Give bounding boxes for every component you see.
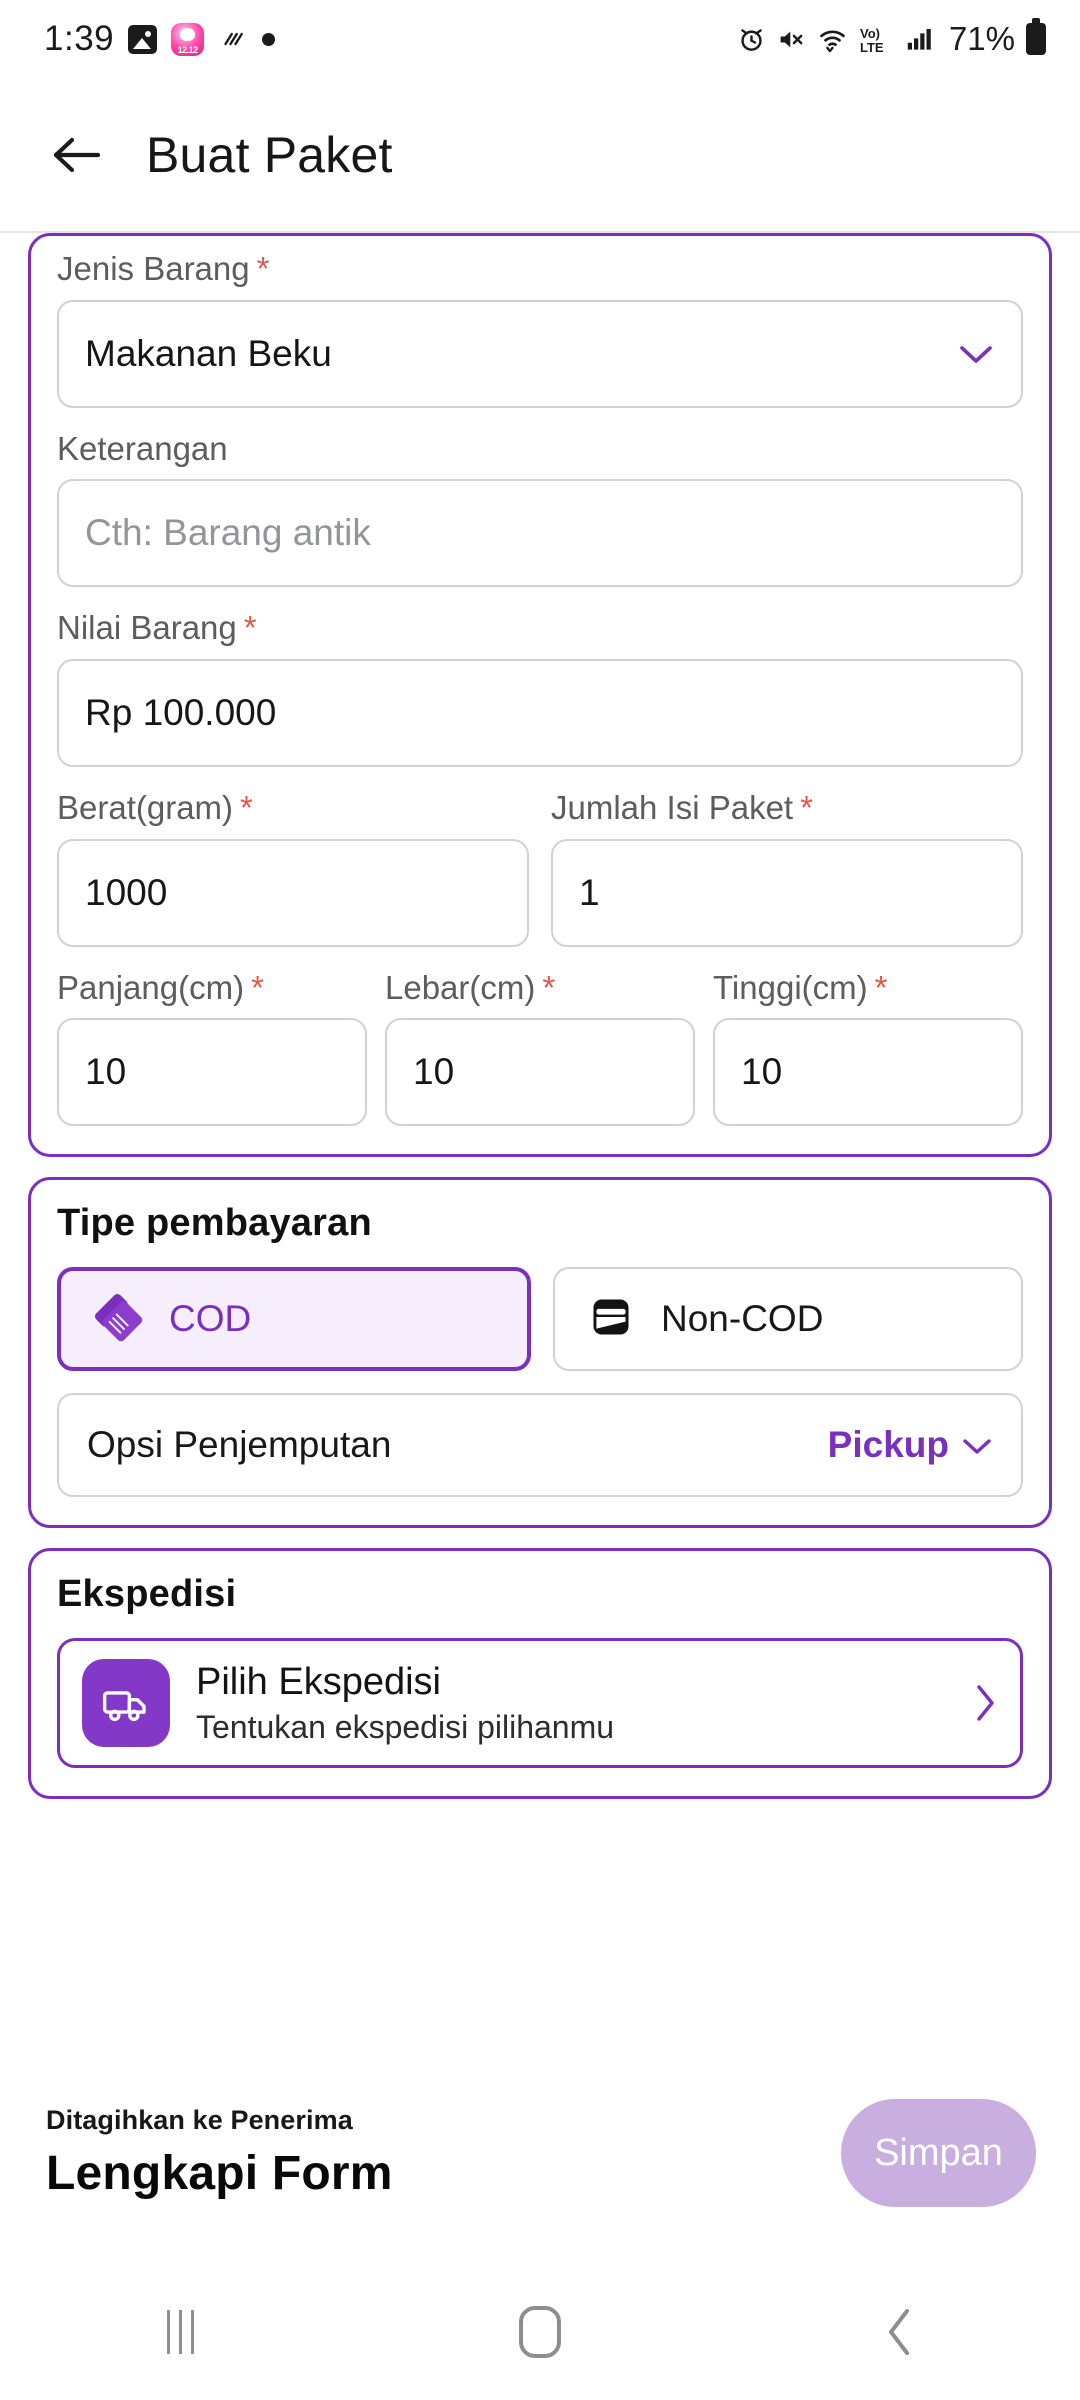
ekspedisi-texts: Pilih Ekspedisi Tentukan ekspedisi pilih… — [196, 1660, 946, 1747]
ekspedisi-card: Ekspedisi Pilih Ekspedisi Tentukan ekspe… — [28, 1548, 1052, 1800]
field-jumlah-isi: Jumlah Isi Paket * 1 — [551, 788, 1023, 947]
battery-percent: 71% — [948, 20, 1015, 57]
recents-icon[interactable] — [110, 2287, 250, 2377]
back-arrow-icon[interactable] — [46, 124, 108, 186]
payment-option-cod-label: COD — [169, 1298, 252, 1340]
form-status-text: Lengkapi Form — [46, 2147, 393, 2200]
status-bar: 1:39 12.12 Vo) LTE 71% — [0, 0, 1080, 78]
bottom-bar-info: Ditagihkan ke Penerima Lengkapi Form — [46, 2105, 393, 2201]
handshake-icon — [89, 1288, 147, 1351]
alarm-icon — [737, 25, 766, 54]
required-marker: * — [251, 968, 264, 1006]
required-marker: * — [800, 788, 813, 826]
lebar-input[interactable]: 10 — [385, 1018, 695, 1127]
signal-icon — [904, 24, 934, 54]
pilih-ekspedisi-row[interactable]: Pilih Ekspedisi Tentukan ekspedisi pilih… — [57, 1638, 1023, 1769]
home-icon[interactable] — [470, 2287, 610, 2377]
field-panjang: Panjang(cm) * 10 — [57, 968, 367, 1127]
photos-icon — [128, 24, 158, 54]
ekspedisi-section-title: Ekspedisi — [57, 1573, 237, 1616]
pickup-option-value[interactable]: Pickup — [828, 1424, 993, 1466]
label-jenis-barang: Jenis Barang * — [57, 250, 1023, 287]
snow-icon — [218, 24, 248, 54]
billed-to-label: Ditagihkan ke Penerima — [46, 2105, 353, 2135]
form-scroll-area[interactable]: Jenis Barang * Makanan Beku Keterangan C… — [0, 233, 1080, 2043]
required-marker: * — [256, 250, 270, 287]
wallet-icon — [583, 1289, 639, 1350]
label-nilai-barang: Nilai Barang * — [57, 611, 1023, 646]
nilai-barang-input[interactable]: Rp 100.000 — [57, 658, 1023, 767]
panjang-input[interactable]: 10 — [57, 1018, 367, 1127]
field-berat: Berat(gram) * 1000 — [57, 788, 529, 947]
mute-icon — [777, 25, 806, 54]
truck-icon — [82, 1659, 170, 1748]
label-berat: Berat(gram) * — [57, 788, 529, 826]
label-tinggi: Tinggi(cm) * — [713, 968, 1023, 1006]
dimensions-row: Panjang(cm) * 10 Lebar(cm) * 10 Tinggi(c… — [57, 968, 1023, 1127]
field-lebar: Lebar(cm) * 10 — [385, 968, 695, 1127]
berat-input[interactable]: 1000 — [57, 838, 529, 947]
volte-icon: Vo) LTE — [859, 24, 893, 55]
payment-type-card: Tipe pembayaran COD Non-COD Opsi Penjemp… — [28, 1177, 1052, 1529]
save-button[interactable]: Simpan — [841, 2099, 1036, 2207]
chevron-right-icon — [972, 1681, 998, 1725]
item-details-card: Jenis Barang * Makanan Beku Keterangan C… — [28, 233, 1052, 1158]
label-jumlah-isi: Jumlah Isi Paket * — [551, 788, 1023, 826]
pickup-option-row[interactable]: Opsi Penjemputan Pickup — [57, 1393, 1023, 1498]
wifi-icon — [817, 24, 848, 55]
shopee-promo-icon — [171, 22, 205, 56]
jumlah-isi-input[interactable]: 1 — [551, 838, 1023, 947]
label-text: Jumlah Isi Paket — [551, 788, 794, 826]
chevron-down-icon — [957, 342, 995, 366]
android-nav-bar — [0, 2263, 1080, 2400]
status-bar-right: Vo) LTE 71% — [737, 18, 1046, 58]
status-time: 1:39 — [44, 19, 115, 58]
payment-option-noncod-label: Non-COD — [661, 1298, 824, 1340]
pickup-value-text: Pickup — [827, 1424, 949, 1466]
label-text: Berat(gram) — [57, 788, 234, 826]
svg-text:LTE: LTE — [860, 40, 884, 55]
label-panjang: Panjang(cm) * — [57, 968, 367, 1006]
battery-icon — [1026, 18, 1046, 55]
weight-quantity-row: Berat(gram) * 1000 Jumlah Isi Paket * 1 — [57, 788, 1023, 947]
page-title: Buat Paket — [146, 127, 393, 183]
label-text: Nilai Barang — [57, 609, 237, 647]
payment-option-cod[interactable]: COD — [57, 1267, 531, 1372]
field-tinggi: Tinggi(cm) * 10 — [713, 968, 1023, 1127]
svg-text:Vo): Vo) — [860, 26, 880, 41]
label-lebar: Lebar(cm) * — [385, 968, 695, 1006]
payment-option-noncod[interactable]: Non-COD — [553, 1267, 1023, 1372]
app-screen: 1:39 12.12 Vo) LTE 71% Buat Paket Jenis … — [0, 0, 1080, 2400]
ekspedisi-row-subtitle: Tentukan ekspedisi pilihanmu — [196, 1708, 615, 1745]
status-bar-left: 1:39 — [44, 19, 276, 59]
field-nilai-barang: Nilai Barang * Rp 100.000 — [57, 611, 1023, 767]
required-marker: * — [874, 968, 888, 1006]
ekspedisi-row-title: Pilih Ekspedisi — [196, 1660, 441, 1703]
payment-options: COD Non-COD — [57, 1267, 1023, 1372]
bottom-action-bar: Ditagihkan ke Penerima Lengkapi Form Sim… — [0, 2043, 1080, 2263]
field-jenis-barang: Jenis Barang * Makanan Beku — [57, 250, 1023, 408]
back-icon[interactable] — [830, 2287, 970, 2377]
field-keterangan: Keterangan Cth: Barang antik — [57, 429, 1023, 588]
jenis-barang-select[interactable]: Makanan Beku — [57, 299, 1023, 408]
label-keterangan: Keterangan — [57, 429, 1023, 467]
pickup-option-label: Opsi Penjemputan — [87, 1424, 392, 1466]
payment-section-title: Tipe pembayaran — [57, 1202, 372, 1245]
label-text: Keterangan — [57, 429, 228, 467]
keterangan-input[interactable]: Cth: Barang antik — [57, 479, 1023, 588]
dot-icon — [262, 32, 276, 46]
tinggi-input[interactable]: 10 — [713, 1018, 1023, 1127]
app-bar: Buat Paket — [0, 78, 1080, 232]
label-text: Lebar(cm) — [385, 968, 536, 1006]
required-marker: * — [240, 788, 253, 826]
label-text: Panjang(cm) — [57, 968, 245, 1006]
label-text: Tinggi(cm) — [713, 968, 868, 1006]
required-marker: * — [542, 968, 556, 1006]
jenis-barang-value: Makanan Beku — [85, 332, 332, 374]
chevron-down-icon — [961, 1424, 993, 1466]
required-marker: * — [243, 609, 257, 647]
label-text: Jenis Barang — [57, 250, 250, 287]
